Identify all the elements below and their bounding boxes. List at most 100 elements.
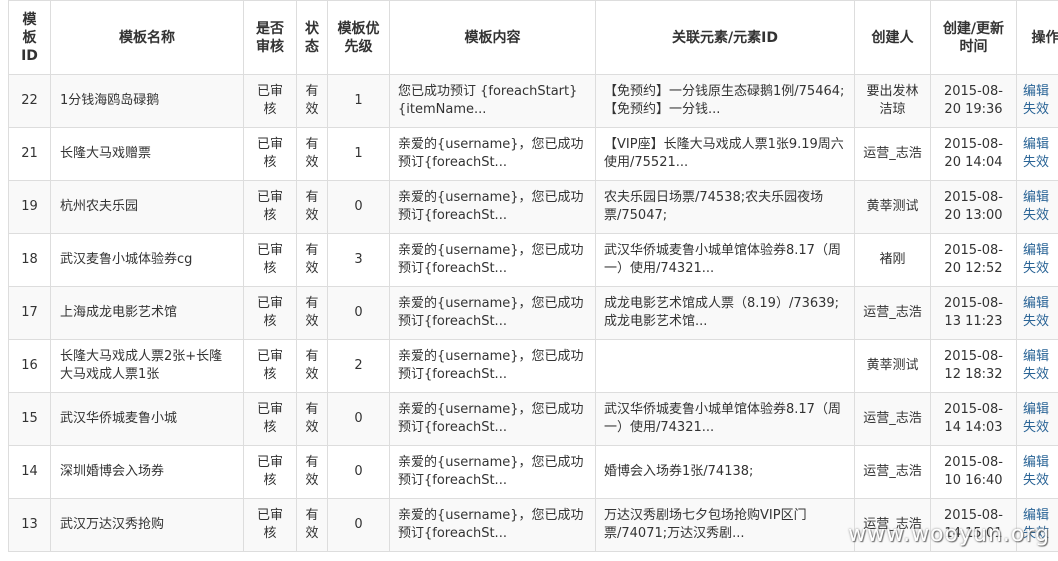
row-priority: 0: [327, 180, 390, 234]
table-row: 15 武汉华侨城麦鲁小城 已审核 有效 0 亲爱的{username}，您已成功预订{fo…: [8, 392, 1058, 446]
header-related: 关联元素/元素ID: [595, 0, 855, 75]
row-related: 【免预约】一分钱原生态碌鹅1例/75464;【免预约】一分钱...: [595, 74, 855, 128]
row-actions: 编辑 失效: [1016, 180, 1058, 234]
row-audited: 已审核: [243, 286, 297, 340]
disable-link[interactable]: 失效: [1023, 366, 1058, 384]
row-actions: 编辑 失效: [1016, 445, 1058, 499]
row-name: 武汉万达汉秀抢购: [50, 498, 244, 552]
row-name: 武汉华侨城麦鲁小城: [50, 392, 244, 446]
table-row: 18 武汉麦鲁小城体验券cg 已审核 有效 3 亲爱的{username}，您已成功预订{…: [8, 233, 1058, 287]
row-id: 19: [8, 180, 51, 234]
edit-link[interactable]: 编辑: [1023, 136, 1058, 154]
row-actions: 编辑 失效: [1016, 392, 1058, 446]
row-priority: 0: [327, 392, 390, 446]
row-time: 2015-08-10 16:40: [930, 445, 1017, 499]
row-content: 亲爱的{username}，您已成功预订{foreachSt...: [389, 233, 596, 287]
row-priority: 0: [327, 445, 390, 499]
edit-link[interactable]: 编辑: [1023, 401, 1058, 419]
row-priority: 1: [327, 127, 390, 181]
row-id: 14: [8, 445, 51, 499]
edit-link[interactable]: 编辑: [1023, 454, 1058, 472]
row-priority: 0: [327, 286, 390, 340]
table-body: 22 1分钱海鸥岛碌鹅 已审核 有效 1 您已成功预订 {foreachStart}{it…: [8, 74, 1058, 552]
row-related: 农夫乐园日场票/74538;农夫乐园夜场票/75047;: [595, 180, 855, 234]
row-time: 2015-08-14 14:03: [930, 392, 1017, 446]
row-creator: 要出发林洁琼: [854, 74, 931, 128]
disable-link[interactable]: 失效: [1023, 472, 1058, 490]
row-actions: 编辑 失效: [1016, 127, 1058, 181]
header-name: 模板名称: [50, 0, 244, 75]
row-audited: 已审核: [243, 180, 297, 234]
row-status: 有效: [296, 233, 328, 287]
row-status: 有效: [296, 286, 328, 340]
row-actions: 编辑 失效: [1016, 286, 1058, 340]
row-id: 21: [8, 127, 51, 181]
row-related: 武汉华侨城麦鲁小城单馆体验券8.17（周一）使用/74321...: [595, 392, 855, 446]
row-status: 有效: [296, 74, 328, 128]
row-related: 万达汉秀剧场七夕包场抢购VIP区门票/74071;万达汉秀剧...: [595, 498, 855, 552]
row-content: 亲爱的{username}，您已成功预订{foreachSt...: [389, 180, 596, 234]
table-row: 16 长隆大马戏成人票2张+长隆大马戏成人票1张 已审核 有效 2 亲爱的{usernam…: [8, 339, 1058, 393]
row-status: 有效: [296, 392, 328, 446]
header-time: 创建/更新时间: [930, 0, 1017, 75]
disable-link[interactable]: 失效: [1023, 313, 1058, 331]
disable-link[interactable]: 失效: [1023, 419, 1058, 437]
disable-link[interactable]: 失效: [1023, 101, 1058, 119]
edit-link[interactable]: 编辑: [1023, 295, 1058, 313]
row-status: 有效: [296, 180, 328, 234]
row-name: 长隆大马戏成人票2张+长隆大马戏成人票1张: [50, 339, 244, 393]
row-name: 上海成龙电影艺术馆: [50, 286, 244, 340]
edit-link[interactable]: 编辑: [1023, 242, 1058, 260]
row-actions: 编辑 失效: [1016, 74, 1058, 128]
row-audited: 已审核: [243, 74, 297, 128]
row-audited: 已审核: [243, 127, 297, 181]
row-content: 亲爱的{username}，您已成功预订{foreachSt...: [389, 445, 596, 499]
row-priority: 2: [327, 339, 390, 393]
row-time: 2015-08-20 13:00: [930, 180, 1017, 234]
template-table: 模板ID 模板名称 是否审核 状态 模板优先级 模板内容 关联元素/元素ID 创…: [8, 0, 1058, 552]
row-actions: 编辑 失效: [1016, 339, 1058, 393]
row-audited: 已审核: [243, 498, 297, 552]
row-creator: 运营_志浩: [854, 445, 931, 499]
table-header-row: 模板ID 模板名称 是否审核 状态 模板优先级 模板内容 关联元素/元素ID 创…: [8, 0, 1058, 75]
row-related: 武汉华侨城麦鲁小城单馆体验券8.17（周一）使用/74321...: [595, 233, 855, 287]
row-id: 18: [8, 233, 51, 287]
header-creator: 创建人: [854, 0, 931, 75]
row-creator: 运营_志浩: [854, 127, 931, 181]
table-row: 14 深圳婚博会入场券 已审核 有效 0 亲爱的{username}，您已成功预订{for…: [8, 445, 1058, 499]
row-creator: 黄莘测试: [854, 339, 931, 393]
header-status: 状态: [296, 0, 328, 75]
row-creator: 运营_志浩: [854, 392, 931, 446]
edit-link[interactable]: 编辑: [1023, 189, 1058, 207]
row-id: 15: [8, 392, 51, 446]
edit-link[interactable]: 编辑: [1023, 83, 1058, 101]
row-content: 亲爱的{username}，您已成功预订{foreachSt...: [389, 286, 596, 340]
row-related: 【VIP座】长隆大马戏成人票1张9.19周六使用/75521...: [595, 127, 855, 181]
table-row: 21 长隆大马戏赠票 已审核 有效 1 亲爱的{username}，您已成功预订{fore…: [8, 127, 1058, 181]
disable-link[interactable]: 失效: [1023, 260, 1058, 278]
row-name: 深圳婚博会入场券: [50, 445, 244, 499]
row-name: 长隆大马戏赠票: [50, 127, 244, 181]
disable-link[interactable]: 失效: [1023, 154, 1058, 172]
table-row: 17 上海成龙电影艺术馆 已审核 有效 0 亲爱的{username}，您已成功预订{fo…: [8, 286, 1058, 340]
header-audited: 是否审核: [243, 0, 297, 75]
row-content: 亲爱的{username}，您已成功预订{foreachSt...: [389, 339, 596, 393]
row-content: 亲爱的{username}，您已成功预订{foreachSt...: [389, 392, 596, 446]
row-name: 1分钱海鸥岛碌鹅: [50, 74, 244, 128]
row-time: 2015-08-12 18:32: [930, 339, 1017, 393]
row-time: 2015-08-13 11:23: [930, 286, 1017, 340]
row-related: [595, 339, 855, 393]
row-id: 22: [8, 74, 51, 128]
disable-link[interactable]: 失效: [1023, 207, 1058, 225]
row-related: 婚博会入场券1张/74138;: [595, 445, 855, 499]
row-creator: 黄莘测试: [854, 180, 931, 234]
row-content: 亲爱的{username}，您已成功预订{foreachSt...: [389, 498, 596, 552]
row-status: 有效: [296, 127, 328, 181]
row-content: 亲爱的{username}，您已成功预订{foreachSt...: [389, 127, 596, 181]
row-time: 2015-08-20 14:04: [930, 127, 1017, 181]
header-priority: 模板优先级: [327, 0, 390, 75]
row-status: 有效: [296, 445, 328, 499]
edit-link[interactable]: 编辑: [1023, 348, 1058, 366]
header-id: 模板ID: [8, 0, 51, 75]
row-id: 13: [8, 498, 51, 552]
